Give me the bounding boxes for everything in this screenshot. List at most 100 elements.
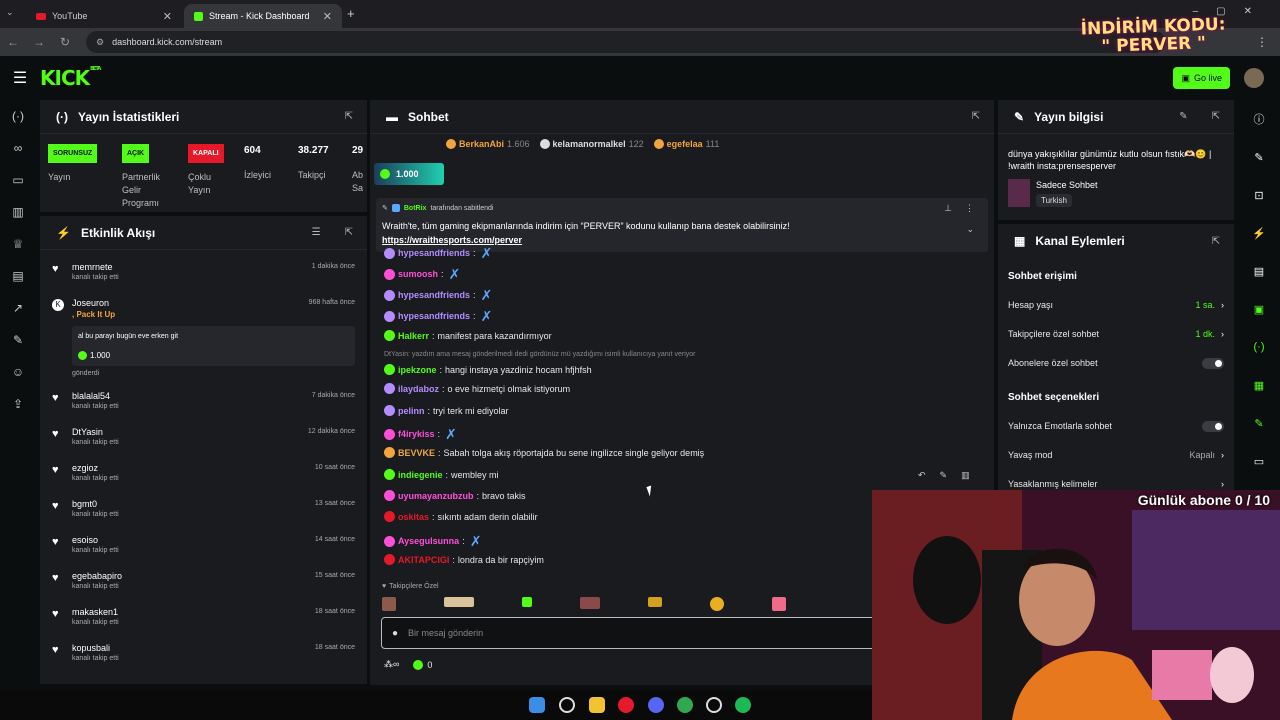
go-live-button[interactable]: ▣ Go live [1173,67,1230,89]
close-tab-icon[interactable]: ✕ [323,10,332,23]
kicks-badge[interactable]: 1.000 [374,163,444,185]
forward-icon[interactable]: → [26,35,52,49]
option-row-banned-words[interactable]: Yasaklanmış kelimeler › [998,469,1234,490]
chevron-down-icon[interactable]: ⌄ [966,224,974,235]
hamburger-menu-icon[interactable]: ☰ [0,68,40,88]
emote-icon[interactable] [710,597,724,611]
more-icon[interactable]: ⋮ [965,203,974,214]
upload-icon[interactable]: ⇪ [0,388,36,420]
emote-only-toggle[interactable] [1202,420,1224,432]
chart-icon[interactable]: ↗ [0,292,36,324]
tab-search-icon[interactable]: ⌄ [6,7,20,21]
chat-username[interactable]: ilaydaboz [398,384,439,394]
chat-username[interactable]: hypesandfriends [398,248,470,258]
event-user[interactable]: Joseuron [72,298,109,308]
bolt-icon[interactable]: ⚡ [1238,214,1280,252]
chat-input[interactable]: ● Bir mesaj gönderin [381,617,883,649]
event-user[interactable]: memrnete [72,262,113,272]
event-user[interactable]: kopusbali [72,643,110,653]
event-user[interactable]: egebabapiro [72,571,122,581]
new-tab-button[interactable]: + [347,6,355,21]
gifter-3[interactable]: egefelaa 111 [653,139,719,149]
back-icon[interactable]: ← [0,35,26,49]
file-explorer-icon[interactable] [589,697,605,713]
emote-icon[interactable] [648,597,662,607]
users-icon[interactable]: ☺ [0,356,36,388]
discord-icon[interactable] [648,697,664,713]
link-icon[interactable]: ∞ [0,132,36,164]
popout-icon[interactable]: ⇱ [345,111,353,122]
window-icon[interactable]: ▭ [1238,442,1280,480]
chat-username[interactable]: uyumayanzubzub [398,491,474,501]
pinned-user[interactable]: BotRix [404,205,427,212]
browser-icon[interactable]: ▭ [0,164,36,196]
delete-icon[interactable]: ▥ [961,470,970,481]
access-row-account-age[interactable]: Hesap yaşı 1 sa. › [998,290,1234,320]
layout-icon[interactable]: ▦ [1238,366,1280,404]
capture-icon[interactable]: ⊡ [1238,176,1280,214]
pinned-link[interactable]: https://wraithesports.com/perver [382,235,522,245]
site-info-icon[interactable]: ⚙ [96,37,104,48]
wrench-icon[interactable]: ✎ [0,324,36,356]
option-row-slow-mode[interactable]: Yavaş mod Kapalı › [998,440,1234,470]
reply-icon[interactable]: ↶ [918,470,926,481]
reload-icon[interactable]: ↻ [52,35,78,49]
settings-icon[interactable]: ⁂∞ [384,659,399,670]
access-row-followers-only[interactable]: Takipçilere özel sohbet 1 dk. › [998,319,1234,349]
trophy-icon[interactable]: ♕ [0,228,36,260]
gifter-1[interactable]: BerkanAbi 1.606 [446,139,530,149]
event-user[interactable]: DtYasin [72,427,103,437]
emote-icon[interactable] [580,597,600,609]
tab-youtube[interactable]: YouTube ✕ [26,4,182,28]
subs-only-toggle[interactable] [1202,357,1224,369]
document-icon[interactable]: ▤ [1238,252,1280,290]
pin-icon[interactable]: ✎ [940,470,948,481]
emote-icon[interactable] [444,597,474,607]
tools-icon[interactable]: ✎ [1238,404,1280,442]
emote-icon[interactable] [522,597,532,607]
windows-start-icon[interactable] [529,697,545,713]
obs-icon[interactable] [706,697,722,713]
stream-icon[interactable]: (·) [0,100,36,132]
popout-icon[interactable]: ⇱ [345,227,353,238]
chat-username[interactable]: Aysegulsunna [398,536,459,546]
chat-username[interactable]: oskitas [398,512,429,522]
avatar[interactable] [1244,68,1264,88]
chat-username[interactable]: ipekzone [398,365,437,375]
chat-username[interactable]: Halkerr [398,331,429,341]
popout-icon[interactable]: ⇱ [972,111,980,122]
event-user[interactable]: bgmt0 [72,499,97,509]
chat-username[interactable]: AKITAPCIGI [398,555,449,565]
edit-icon[interactable]: ✎ [1179,111,1187,122]
kick-logo[interactable]: KICKBETA [40,66,101,90]
pen-icon[interactable]: ✎ [1238,138,1280,176]
broadcast-icon[interactable]: (·) [1238,328,1280,366]
address-bar[interactable]: ⚙ dashboard.kick.com/stream [86,31,1166,53]
chrome-icon[interactable] [618,697,634,713]
event-user[interactable]: makasken1 [72,607,118,617]
emote-icon[interactable] [382,597,396,611]
emote-icon[interactable] [772,597,786,611]
chat-username[interactable]: hypesandfriends [398,290,470,300]
browser-menu-icon[interactable]: ⋮ [1256,35,1268,49]
chat-username[interactable]: hypesandfriends [398,311,470,321]
chat-username[interactable]: f4irykiss [398,429,435,439]
popout-icon[interactable]: ⇱ [1212,236,1220,247]
popout-icon[interactable]: ⇱ [1212,111,1220,122]
unpin-icon[interactable]: ⊥ [944,203,952,214]
search-icon[interactable] [559,697,575,713]
info-icon[interactable]: ⓘ [1238,100,1280,138]
kicks-balance[interactable]: 0 [413,659,432,670]
analytics-icon[interactable]: ▥ [0,196,36,228]
close-tab-icon[interactable]: ✕ [163,10,172,23]
tab-kick-dashboard[interactable]: Stream - Kick Dashboard ✕ [184,4,342,28]
event-user[interactable]: ezgioz [72,463,98,473]
chat-username[interactable]: indiegenie [398,470,443,480]
event-user[interactable]: blalalal54 [72,391,110,401]
spotify-icon[interactable] [735,697,751,713]
event-user[interactable]: esoiso [72,535,98,545]
chat-username[interactable]: BEVVKE [398,448,435,458]
chat-icon[interactable]: ▣ [1238,290,1280,328]
filter-icon[interactable]: ☰ [312,227,321,238]
gifter-2[interactable]: kelamanormalkel 122 [539,139,644,149]
